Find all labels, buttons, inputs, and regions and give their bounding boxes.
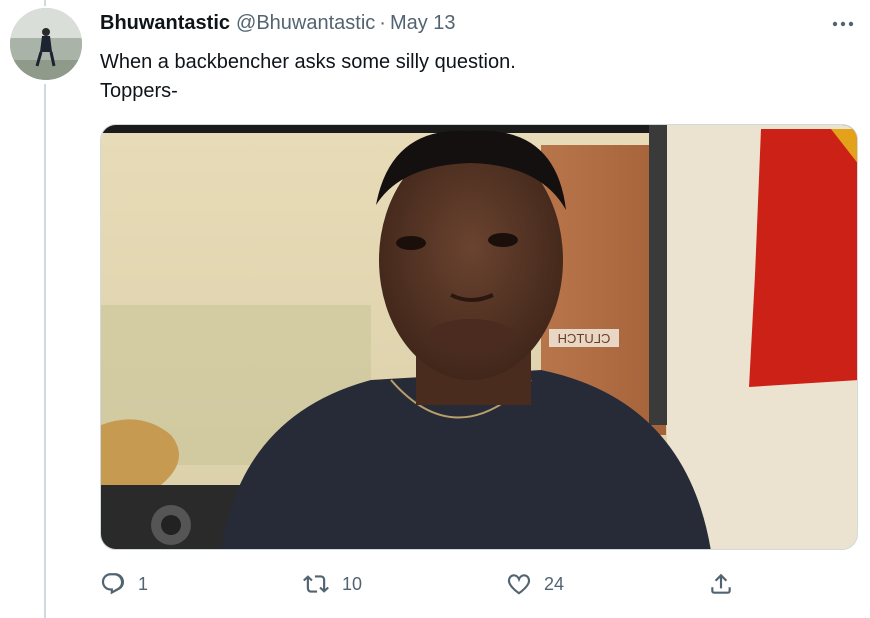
tweet-text-line: When a backbencher asks some silly quest… [100,51,516,73]
share-button[interactable] [708,566,734,602]
tweet-media[interactable]: CLUTCH [100,124,858,550]
reply-icon [100,571,126,597]
reply-button[interactable]: 1 [100,566,148,602]
like-button[interactable]: 24 [506,566,564,602]
tweet-text: When a backbencher asks some silly quest… [100,48,516,106]
retweet-button[interactable]: 10 [302,566,362,602]
like-icon [506,571,532,597]
thread-line-top [44,0,46,6]
tweet-header: Bhuwantastic @Bhuwantastic · May 13 [100,12,456,35]
like-count: 24 [544,573,565,594]
avatar-image [10,8,82,80]
more-icon[interactable] [826,10,860,38]
avatar[interactable] [10,8,82,80]
tweet-actions: 1 10 24 [100,566,760,602]
share-icon [708,571,734,597]
tweet-date[interactable]: May 13 [390,12,456,35]
media-photo: CLUTCH [101,125,857,549]
reply-count: 1 [138,573,149,594]
author-handle[interactable]: @Bhuwantastic [236,12,375,35]
author-name[interactable]: Bhuwantastic [100,12,230,35]
media-sign-text: CLUTCH [558,331,611,346]
header-separator: · [379,12,386,34]
retweet-icon [302,571,330,597]
retweet-count: 10 [342,573,363,594]
thread-line [44,84,46,618]
tweet-text-line: Toppers- [100,80,178,102]
